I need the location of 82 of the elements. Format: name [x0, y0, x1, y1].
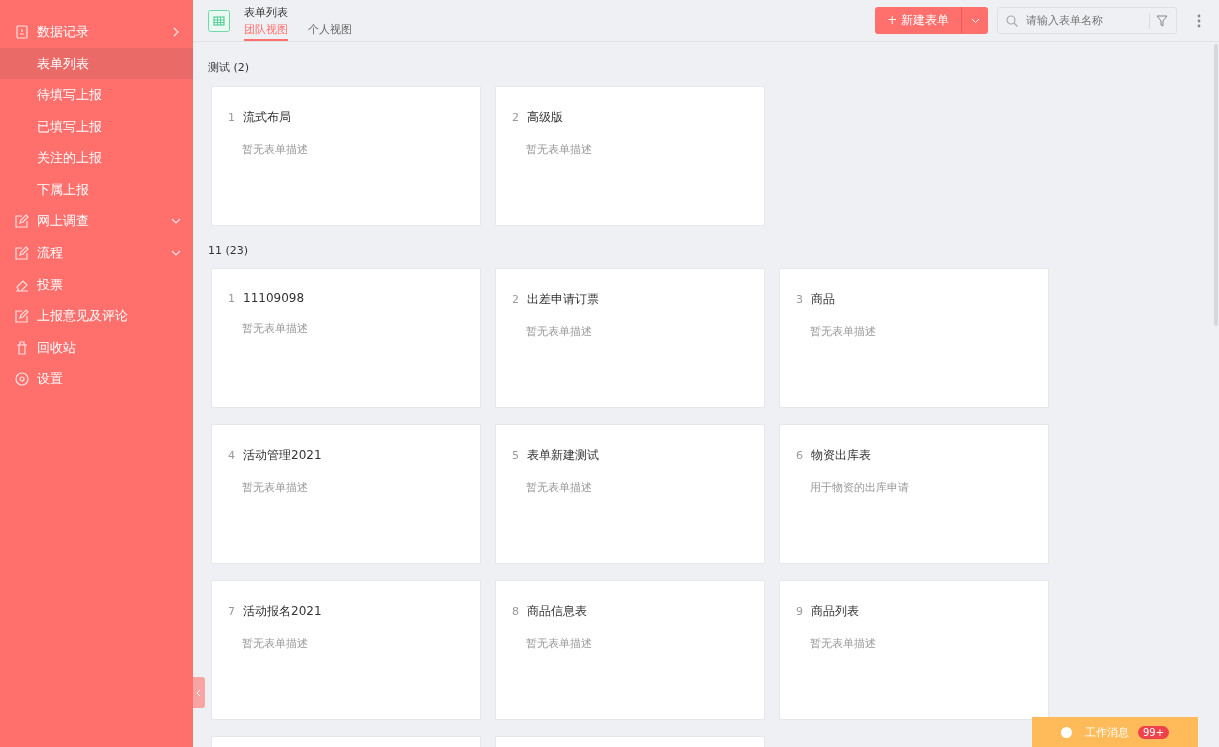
form-name: 活动管理2021 [243, 447, 322, 464]
nav-item[interactable]: 网上调查 [0, 205, 193, 238]
form-description: 暂无表单描述 [242, 636, 309, 651]
form-index: 4 [228, 449, 235, 462]
document-icon [15, 24, 29, 39]
form-name: 11109098 [243, 291, 305, 305]
form-index: 9 [796, 605, 803, 618]
pencil-square-icon [15, 214, 29, 229]
pencil-square-icon [15, 245, 29, 260]
form-card[interactable]: 8 商品信息表 暂无表单描述 [495, 580, 765, 720]
search-input[interactable]: 请输入表单名称 [1024, 7, 1143, 34]
nav-item[interactable]: 数据记录 [0, 16, 193, 48]
nav-subitem[interactable]: 关注的上报 [0, 142, 193, 174]
message-label: 工作消息 [1084, 724, 1129, 740]
nav-item[interactable]: 上报意见及评论 [0, 300, 193, 332]
form-index: 7 [228, 605, 235, 618]
page-title: 表单列表 [244, 4, 289, 20]
nav-subitem[interactable]: 下属上报 [0, 173, 193, 206]
form-index: 2 [512, 111, 519, 124]
group-title: 11 (23) [208, 244, 250, 257]
form-description: 暂无表单描述 [526, 324, 593, 339]
form-description: 用于物资的出库申请 [810, 480, 910, 495]
form-name: 商品 [811, 291, 835, 308]
form-index: 1 [228, 292, 235, 305]
form-description: 暂无表单描述 [526, 142, 593, 157]
nav-subitem[interactable]: 已填写上报 [0, 110, 193, 143]
nav-subitem[interactable]: 表单列表 [0, 47, 193, 80]
form-name: 物资出库表 [811, 447, 871, 464]
form-name: 商品列表 [811, 603, 859, 620]
form-index: 3 [796, 293, 803, 306]
form-card[interactable]: 2 高级版 暂无表单描述 [495, 86, 765, 226]
form-card[interactable]: 1 流式布局 暂无表单描述 [211, 86, 481, 226]
form-name: 出差申请订票 [527, 291, 599, 308]
search-icon [1006, 14, 1018, 27]
form-card[interactable]: 6 物资出库表 用于物资的出库申请 [779, 424, 1049, 564]
trash-icon [15, 340, 29, 355]
form-card[interactable]: 1 11109098 暂无表单描述 [211, 268, 481, 408]
form-name: 高级版 [527, 109, 563, 126]
form-description: 暂无表单描述 [242, 321, 309, 336]
more-icon[interactable] [1197, 13, 1201, 28]
nav-item[interactable]: 设置 [0, 363, 193, 396]
form-index: 1 [228, 111, 235, 124]
form-name: 流式布局 [243, 109, 291, 126]
search-field[interactable]: 请输入表单名称 [997, 7, 1177, 34]
nav-item[interactable]: 回收站 [0, 331, 193, 364]
form-description: 暂无表单描述 [242, 480, 309, 495]
form-name: 活动报名2021 [243, 603, 322, 620]
form-description: 暂无表单描述 [526, 480, 593, 495]
message-bar[interactable]: 工作消息 99+ [1032, 717, 1198, 747]
settings-icon [15, 372, 29, 387]
nav-item[interactable]: 流程 [0, 237, 193, 269]
form-card[interactable]: 2 出差申请订票 暂无表单描述 [495, 268, 765, 408]
form-index: 8 [512, 605, 519, 618]
chevron-icon [171, 26, 181, 37]
form-index: 6 [796, 449, 803, 462]
collapse-sidebar-button[interactable] [193, 677, 205, 708]
view-tab[interactable]: 个人视图 [308, 19, 352, 41]
dropdown-button[interactable] [962, 7, 988, 34]
nav-subitem[interactable]: 待填写上报 [0, 79, 193, 111]
form-description: 暂无表单描述 [526, 636, 593, 651]
group-title: 测试 (2) [208, 60, 251, 75]
nav-item[interactable]: 投票 [0, 268, 193, 301]
form-name: 商品信息表 [527, 603, 587, 620]
pencil-square-icon [15, 309, 29, 324]
form-description: 暂无表单描述 [810, 324, 877, 339]
caret-icon [970, 17, 980, 24]
form-description: 暂无表单描述 [810, 636, 877, 651]
form-card[interactable]: 3 商品 暂无表单描述 [779, 268, 1049, 408]
filter-icon[interactable] [1156, 14, 1168, 27]
new-form-button[interactable]: + 新建表单 [875, 7, 962, 34]
message-count: 99+ [1137, 725, 1170, 739]
form-index: 5 [512, 449, 519, 462]
form-description: 暂无表单描述 [242, 142, 309, 157]
form-card[interactable]: 7 活动报名2021 暂无表单描述 [211, 580, 481, 720]
form-name: 表单新建测试 [527, 447, 599, 464]
view-tab[interactable]: 团队视图 [244, 19, 288, 41]
form-card[interactable]: 5 表单新建测试 暂无表单描述 [495, 424, 765, 564]
form-card[interactable]: 4 活动管理2021 暂无表单描述 [211, 424, 481, 564]
form-index: 2 [512, 293, 519, 306]
form-card[interactable]: 9 商品列表 暂无表单描述 [779, 580, 1049, 720]
table-icon [208, 9, 230, 32]
chevron-icon [196, 688, 202, 697]
